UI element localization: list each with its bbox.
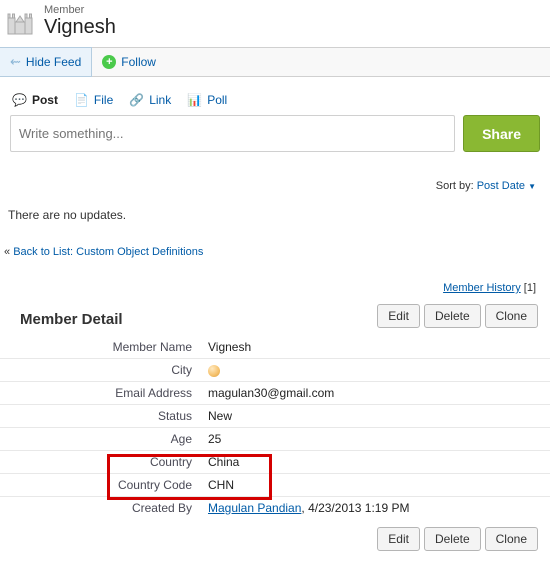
- sort-row: Sort by: Post Date ▼: [0, 152, 550, 198]
- record-name: Vignesh: [44, 16, 116, 39]
- feed-tabs: 💬Post 📄File 🔗Link 📊Poll: [10, 87, 540, 115]
- link-icon: 🔗: [129, 93, 144, 107]
- section-title: Member Detail: [10, 305, 123, 328]
- field-label: Created By: [0, 497, 200, 520]
- created-by-date: , 4/23/2013 1:19 PM: [301, 501, 409, 515]
- field-value: [200, 359, 550, 382]
- detail-section: Member NameVignesh City Email Addressmag…: [0, 336, 550, 519]
- detail-table: Member NameVignesh City Email Addressmag…: [0, 336, 550, 519]
- plus-icon: +: [102, 55, 116, 69]
- field-value: China: [200, 451, 550, 474]
- top-button-row: Edit Delete Clone: [377, 304, 538, 328]
- field-label: Country Code: [0, 474, 200, 497]
- back-prefix: «: [4, 246, 13, 258]
- field-value: magulan30@gmail.com: [200, 382, 550, 405]
- record-type-label: Member: [44, 4, 116, 16]
- back-to-list-link[interactable]: Back to List: Custom Object Definitions: [13, 246, 203, 258]
- file-icon: 📄: [74, 93, 89, 107]
- tab-poll[interactable]: 📊Poll: [187, 93, 227, 107]
- table-row: Created ByMagulan Pandian, 4/23/2013 1:1…: [0, 497, 550, 520]
- share-button[interactable]: Share: [463, 115, 540, 152]
- sort-label: Sort by:: [436, 180, 474, 192]
- pulse-icon: ⇜: [10, 54, 21, 70]
- object-icon: [4, 6, 36, 38]
- table-row: Member NameVignesh: [0, 336, 550, 359]
- follow-button[interactable]: + Follow: [92, 48, 166, 76]
- clone-button[interactable]: Clone: [485, 304, 538, 328]
- field-value: New: [200, 405, 550, 428]
- feed-empty-message: There are no updates.: [0, 198, 550, 240]
- hide-feed-label: Hide Feed: [26, 55, 81, 69]
- feed-toolbar: ⇜ Hide Feed + Follow: [0, 47, 550, 77]
- city-indicator-icon: [208, 365, 220, 377]
- field-label: Email Address: [0, 382, 200, 405]
- edit-button[interactable]: Edit: [377, 304, 420, 328]
- field-value: Vignesh: [200, 336, 550, 359]
- sort-value-link[interactable]: Post Date: [477, 180, 525, 192]
- table-row: Email Addressmagulan30@gmail.com: [0, 382, 550, 405]
- history-link-row: Member History [1]: [0, 264, 550, 304]
- table-row: CountryChina: [0, 451, 550, 474]
- follow-label: Follow: [121, 55, 156, 69]
- dropdown-icon[interactable]: ▼: [528, 182, 536, 191]
- field-label: Member Name: [0, 336, 200, 359]
- compose-row: Share: [10, 115, 540, 152]
- field-label: Country: [0, 451, 200, 474]
- field-value: CHN: [200, 474, 550, 497]
- history-count: [1]: [524, 282, 536, 294]
- delete-button[interactable]: Delete: [424, 527, 481, 551]
- table-row: Age25: [0, 428, 550, 451]
- hide-feed-button[interactable]: ⇜ Hide Feed: [0, 47, 92, 77]
- tab-post[interactable]: 💬Post: [12, 93, 58, 107]
- edit-button[interactable]: Edit: [377, 527, 420, 551]
- page-header: Member Vignesh: [0, 0, 550, 47]
- chat-icon: 💬: [12, 93, 27, 107]
- bottom-button-row: Edit Delete Clone: [377, 527, 538, 551]
- back-link-row: « Back to List: Custom Object Definition…: [0, 240, 550, 264]
- delete-button[interactable]: Delete: [424, 304, 481, 328]
- clone-button[interactable]: Clone: [485, 527, 538, 551]
- field-label: Age: [0, 428, 200, 451]
- field-label: Status: [0, 405, 200, 428]
- created-by-user-link[interactable]: Magulan Pandian: [208, 501, 301, 515]
- table-row: StatusNew: [0, 405, 550, 428]
- member-history-link[interactable]: Member History: [443, 282, 521, 294]
- field-value: 25: [200, 428, 550, 451]
- field-label: City: [0, 359, 200, 382]
- poll-icon: 📊: [187, 93, 202, 107]
- tab-link[interactable]: 🔗Link: [129, 93, 171, 107]
- compose-input[interactable]: [10, 115, 455, 152]
- tab-file[interactable]: 📄File: [74, 93, 113, 107]
- table-row: City: [0, 359, 550, 382]
- field-value: Magulan Pandian, 4/23/2013 1:19 PM: [200, 497, 550, 520]
- table-row: Country CodeCHN: [0, 474, 550, 497]
